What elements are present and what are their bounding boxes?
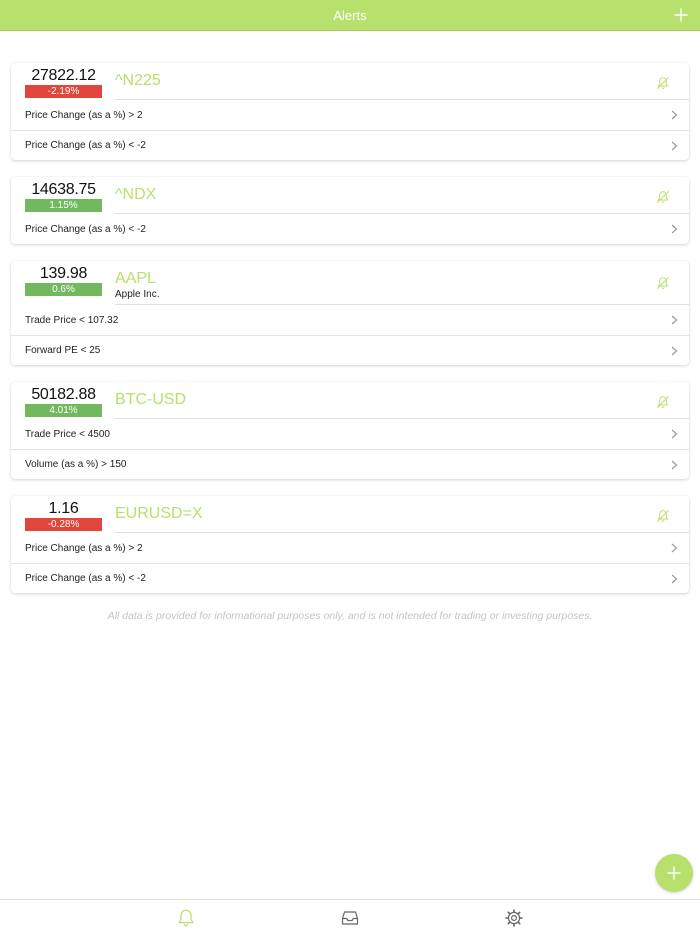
symbol-area: ^N225	[115, 71, 689, 100]
last-price: 139.98	[39, 265, 88, 282]
chevron-right-icon	[671, 574, 678, 584]
change-badge: -2.19%	[25, 85, 102, 98]
inbox-icon	[341, 911, 359, 925]
alert-card-header[interactable]: 27822.12 -2.19% ^N225	[11, 63, 689, 100]
chevron-right-icon	[671, 346, 678, 356]
quote-box: 27822.12 -2.19%	[25, 66, 102, 98]
chevron-right-icon	[671, 460, 678, 470]
quote-box: 1.16 -0.28%	[25, 499, 102, 531]
alert-rule-row[interactable]: Price Change (as a %) > 2	[11, 100, 689, 130]
alert-rule-row[interactable]: Price Change (as a %) < -2	[11, 214, 689, 244]
alert-rule-text: Volume (as a %) > 150	[25, 459, 127, 470]
mute-alert-button[interactable]	[656, 276, 670, 290]
chevron-right-icon	[671, 315, 678, 325]
last-price: 27822.12	[31, 67, 96, 84]
alert-rule-text: Trade Price < 4500	[25, 428, 110, 440]
alert-rule-row[interactable]: Trade Price < 107.32	[11, 305, 689, 335]
quote-box: 14638.75 1.15%	[25, 180, 102, 212]
tab-settings[interactable]	[504, 908, 524, 928]
last-price: 1.16	[48, 500, 79, 517]
symbol-area: ^NDX	[115, 185, 689, 214]
last-price: 14638.75	[31, 181, 96, 198]
bell-icon	[178, 909, 194, 927]
bell-icon	[657, 191, 669, 203]
alert-rule-row[interactable]: Price Change (as a %) < -2	[11, 563, 689, 593]
alert-card: 1.16 -0.28% EURUSD=X Price Change (as a %) …	[11, 496, 689, 593]
alert-card-header[interactable]: 50182.88 4.01% BTC-USD	[11, 382, 689, 419]
alert-rule-row[interactable]: Price Change (as a %) < -2	[11, 130, 689, 160]
symbol-area: EURUSD=X	[115, 504, 689, 533]
company-name: Apple Inc.	[115, 289, 160, 300]
mute-alert-button[interactable]	[656, 509, 670, 523]
chevron-right-icon	[671, 224, 678, 234]
chevron-right-icon	[671, 429, 678, 439]
chevron-right-icon	[671, 141, 678, 151]
plus-icon	[667, 866, 681, 880]
alert-rule-text: Price Change (as a %) < -2	[25, 223, 146, 235]
alert-card: 139.98 0.6% AAPL Apple Inc. Trade Price < 10…	[11, 261, 689, 365]
change-badge: -0.28%	[25, 518, 102, 531]
ticker-symbol: ^NDX	[115, 186, 157, 203]
add-alert-button[interactable]	[670, 4, 692, 26]
last-price: 50182.88	[31, 386, 96, 403]
chevron-right-icon	[671, 110, 678, 120]
alert-card-header[interactable]: 1.16 -0.28% EURUSD=X	[11, 496, 689, 533]
alert-rule-text: Price Change (as a %) > 2	[25, 542, 143, 554]
plus-icon	[674, 8, 688, 22]
disclaimer-text: All data is provided for informational p…	[107, 610, 593, 622]
mute-alert-button[interactable]	[656, 395, 670, 409]
quote-box: 50182.88 4.01%	[25, 385, 102, 417]
ticker-symbol: EURUSD=X	[115, 505, 203, 522]
symbol-area: AAPL Apple Inc.	[115, 269, 689, 305]
quote-box: 139.98 0.6%	[25, 264, 102, 296]
alert-card-header[interactable]: 14638.75 1.15% ^NDX	[11, 177, 689, 214]
nav-bar: Alerts	[0, 0, 700, 31]
bell-icon	[657, 396, 669, 408]
bell-icon	[657, 510, 669, 522]
gear-icon	[505, 909, 523, 927]
alert-rule-row[interactable]: Trade Price < 4500	[11, 419, 689, 449]
alert-rule-text: Price Change (as a %) < -2	[25, 573, 146, 584]
change-badge: 4.01%	[25, 404, 102, 417]
tab-inbox[interactable]	[340, 908, 360, 928]
bell-icon	[657, 77, 669, 89]
chevron-right-icon	[671, 543, 678, 553]
alert-list: 27822.12 -2.19% ^N225 Price Change (as a %)…	[11, 63, 689, 610]
alert-card: 14638.75 1.15% ^NDX Price Change (as a %) <…	[11, 177, 689, 244]
alert-rule-text: Price Change (as a %) < -2	[25, 140, 146, 151]
mute-alert-button[interactable]	[656, 76, 670, 90]
ticker-symbol: AAPL	[115, 270, 156, 287]
tab-alerts[interactable]	[176, 908, 196, 928]
change-badge: 0.6%	[25, 283, 102, 296]
floating-add-button[interactable]	[655, 854, 693, 892]
page-title: Alerts	[333, 7, 367, 23]
change-badge: 1.15%	[25, 199, 102, 212]
symbol-area: BTC-USD	[115, 390, 689, 419]
mute-alert-button[interactable]	[656, 190, 670, 204]
alert-card-header[interactable]: 139.98 0.6% AAPL Apple Inc.	[11, 261, 689, 305]
alert-card: 50182.88 4.01% BTC-USD Trade Price < 4500 Vo…	[11, 382, 689, 479]
alert-rule-text: Price Change (as a %) > 2	[25, 109, 143, 121]
ticker-symbol: ^N225	[115, 72, 161, 89]
alert-rule-text: Trade Price < 107.32	[25, 314, 119, 326]
tab-bar	[0, 899, 700, 934]
alert-card: 27822.12 -2.19% ^N225 Price Change (as a %)…	[11, 63, 689, 160]
alert-rule-row[interactable]: Price Change (as a %) > 2	[11, 533, 689, 563]
bell-icon	[657, 277, 669, 289]
alert-rule-row[interactable]: Volume (as a %) > 150	[11, 449, 689, 479]
alert-rule-row[interactable]: Forward PE < 25	[11, 335, 689, 365]
alert-rule-text: Forward PE < 25	[25, 345, 101, 356]
ticker-symbol: BTC-USD	[115, 391, 187, 408]
